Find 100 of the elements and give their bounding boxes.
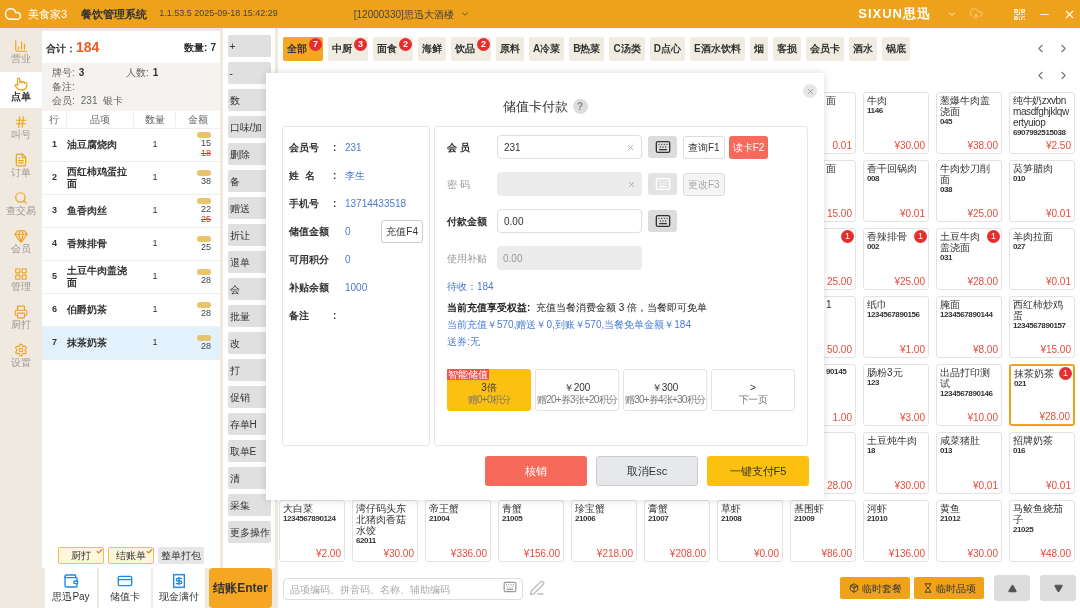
category-tab[interactable]: 酒水	[848, 36, 877, 61]
category-tab[interactable]: 原料	[496, 36, 524, 61]
product-card[interactable]: 膏蟹 21007 ¥208.00	[644, 500, 710, 562]
dialog-button[interactable]: 取消Esc	[596, 456, 698, 486]
keyboard-icon[interactable]	[503, 579, 517, 594]
product-card[interactable]: 腌面 1234567890144 ¥8.00	[936, 296, 1002, 358]
category-tab[interactable]: D点心	[649, 36, 685, 61]
payment-button[interactable]: 储值卡	[99, 568, 151, 608]
input-field[interactable]: 231	[497, 135, 642, 159]
product-card[interactable]: 香辣排骨 002 ¥25.00 1	[863, 228, 929, 290]
recharge-option[interactable]: 智能储值 3倍 赠0+0积分	[447, 369, 531, 411]
close-button[interactable]	[803, 84, 817, 98]
chevron-down-icon[interactable]	[947, 9, 957, 19]
product-name: 招牌奶茶	[1013, 435, 1054, 446]
recharge-option[interactable]: ￥300 赠30+券4张+30积分	[623, 369, 707, 411]
order-row[interactable]: 1 油豆腐烧肉 1 15 18	[42, 129, 220, 162]
scroll-down-button[interactable]	[1040, 575, 1076, 601]
category-tab[interactable]: A冷菜	[529, 36, 565, 61]
product-card[interactable]: 肠粉3元 123 ¥3.00	[863, 364, 929, 426]
product-card[interactable]: 90145 1.00	[822, 364, 856, 426]
cloud-icon[interactable]	[969, 7, 983, 21]
product-card[interactable]: 葱爆牛肉盖浇面 045 ¥38.00	[936, 92, 1002, 154]
payment-button[interactable]: 思迅Pay	[45, 568, 97, 608]
clear-icon[interactable]	[626, 142, 635, 152]
category-tab[interactable]: 烟	[749, 36, 768, 61]
product-card[interactable]: 草虾 21008 ¥0.00	[717, 500, 783, 562]
product-card[interactable]: 基围虾 21009 ¥86.00	[790, 500, 856, 562]
category-tab[interactable]: 海鲜	[418, 36, 446, 61]
category-tab[interactable]: 饮品 2	[451, 36, 491, 61]
category-tab[interactable]: 客损	[772, 36, 801, 61]
product-card[interactable]: 抹茶奶茶 021 ¥28.00 1	[1009, 364, 1075, 426]
checkout-button[interactable]: 结账Enter	[209, 568, 272, 608]
action-button[interactable]: 更多操作	[227, 521, 271, 543]
pen-icon[interactable]	[529, 580, 545, 596]
print-option[interactable]: 厨打	[58, 547, 104, 564]
column-header: 数量	[134, 112, 176, 127]
category-tab[interactable]: 面食 2	[373, 36, 413, 61]
category-tab[interactable]: 全部 7	[283, 36, 323, 61]
product-card[interactable]: 牛肉炒刀削面 038 ¥25.00	[936, 160, 1002, 222]
dialog-button[interactable]: 一键支付F5	[707, 456, 809, 486]
field-value: 231	[504, 140, 521, 155]
product-card[interactable]: 湾仔码头东北猪肉香菇水饺 62011 ¥30.00	[352, 500, 418, 562]
product-card[interactable]: 羊肉拉面 027 ¥0.01	[1009, 228, 1075, 290]
product-card[interactable]: 牛肉 1146 ¥30.00	[863, 92, 929, 154]
recharge-option[interactable]: ￥200 赠20+券3张+20积分	[535, 369, 619, 411]
product-card[interactable]: 纸巾 1234567890156 ¥1.00	[863, 296, 929, 358]
product-card[interactable]: 黄鱼 21012 ¥30.00	[936, 500, 1002, 562]
product-name: 1	[826, 299, 833, 310]
print-option[interactable]: 整单打包	[158, 547, 204, 564]
form-button[interactable]: 查询F1	[683, 135, 725, 159]
product-card[interactable]: 面 15.00	[822, 160, 856, 222]
category-tab[interactable]: 中厨 3	[328, 36, 368, 61]
product-card[interactable]: 帝王蟹 21004 ¥336.00	[425, 500, 491, 562]
product-card[interactable]: 面 0.01	[822, 92, 856, 154]
action-button[interactable]: +	[227, 35, 271, 57]
field-value: 0.00	[504, 214, 524, 229]
action-button[interactable]: -	[227, 62, 271, 84]
chevron-down-icon[interactable]	[459, 9, 470, 19]
action-button[interactable]: 采集	[227, 494, 271, 516]
product-card[interactable]: 25.00 1	[822, 228, 856, 290]
keyboard-button[interactable]	[648, 136, 677, 158]
order-row[interactable]: 3 鱼香肉丝 1 22 25	[42, 195, 220, 228]
product-card[interactable]: 1 50.00	[822, 296, 856, 358]
product-name: 膏蟹	[648, 503, 669, 514]
category-tab[interactable]: 锅底	[881, 36, 910, 61]
recharge-option[interactable]: > 下一页	[711, 369, 795, 411]
product-card[interactable]: 西红柿炒鸡蛋 1234567890157 ¥15.00	[1009, 296, 1075, 358]
sidebar-item[interactable]: 点单	[0, 72, 42, 108]
keyboard-button[interactable]	[648, 210, 677, 232]
product-card[interactable]: 香干回锅肉 008 ¥0.01	[863, 160, 929, 222]
search-field[interactable]: 品项编码、拼音码、名称、辅助编码	[283, 578, 523, 601]
field-label: 付款金额	[447, 214, 488, 229]
order-row[interactable]: 7 抹茶奶茶 1 28	[42, 327, 220, 360]
quick-button[interactable]: 临时品项	[914, 577, 984, 599]
recharge-button[interactable]: 充值F4	[381, 220, 423, 243]
product-card[interactable]: 河虾 21010 ¥136.00	[863, 500, 929, 562]
input-field[interactable]: 0.00	[497, 209, 642, 233]
product-card[interactable]: 咸菜猪肚 013 ¥0.01	[936, 432, 1002, 494]
category-tab[interactable]: C汤类	[609, 36, 645, 61]
category-tab[interactable]: B热菜	[569, 36, 605, 61]
category-tab[interactable]: E酒水饮料	[689, 36, 745, 61]
quick-button[interactable]: 临时套餐	[840, 577, 910, 599]
category-tab[interactable]: 会员卡	[805, 36, 844, 61]
product-card[interactable]: 马鲛鱼烧茄子 21025 ¥48.00	[1009, 500, 1075, 562]
product-card[interactable]: 土豆炖牛肉 18 ¥30.00	[863, 432, 929, 494]
product-card[interactable]: 出品打印测试 1234567890146 ¥10.00	[936, 364, 1002, 426]
product-card[interactable]: 珍宝蟹 21006 ¥218.00	[571, 500, 637, 562]
product-card[interactable]: 招牌奶茶 016 ¥0.01	[1009, 432, 1075, 494]
print-option[interactable]: 结账单	[108, 547, 154, 564]
product-card[interactable]: 纯牛奶zxvbnmasdfghjklqwertyuiop 6907992515038 ¥2.50	[1009, 92, 1075, 154]
product-card[interactable]: 青蟹 21005 ¥156.00	[498, 500, 564, 562]
product-name: 葱爆牛肉盖浇面	[940, 95, 991, 117]
scroll-up-button[interactable]	[994, 575, 1030, 601]
product-card[interactable]: 土豆牛肉盖浇面 031 ¥28.00 1	[936, 228, 1002, 290]
product-price: ¥2.00	[315, 548, 341, 560]
product-card[interactable]: 大白菜 1234567890124 ¥2.00	[279, 500, 345, 562]
qr-code-icon[interactable]	[1013, 7, 1026, 21]
payment-button[interactable]: 现金满付	[153, 568, 205, 608]
product-card[interactable]: 28.00	[822, 432, 856, 494]
product-card[interactable]: 莴笋腊肉 010 ¥0.01	[1009, 160, 1075, 222]
